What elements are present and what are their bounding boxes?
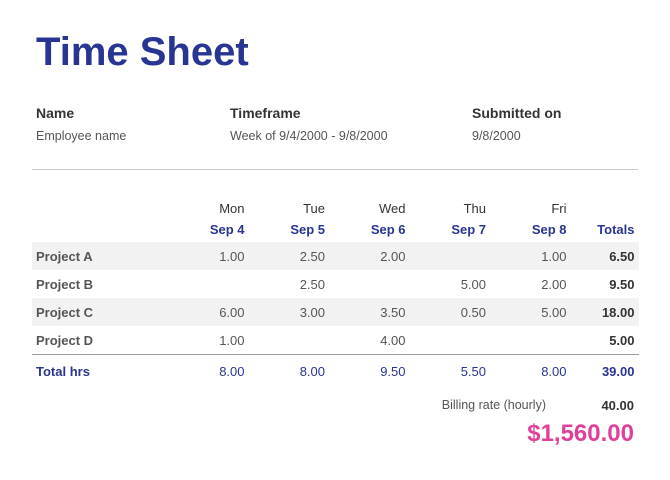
hours-cell: 3.50 [329, 298, 410, 326]
row-label: Project C [32, 298, 168, 326]
hours-cell: 0.50 [409, 298, 490, 326]
date-mon: Sep 4 [209, 221, 245, 237]
hours-cell [329, 270, 410, 298]
day-header-row: Mon Tue Wed Thu Fri [32, 196, 639, 216]
table-row: Project A 1.00 2.50 2.00 1.00 6.50 [32, 242, 639, 270]
day-fri: Fri [551, 201, 567, 216]
total-hours-cell: 8.00 [490, 354, 571, 387]
row-label: Project B [36, 276, 94, 292]
day-wed: Wed [379, 201, 406, 216]
divider [32, 169, 638, 170]
hours-cell: 5.00 [460, 276, 486, 292]
total-hours-cell: 5.50 [409, 354, 490, 387]
timeframe-label: Timeframe [230, 105, 301, 121]
grand-total-hours: 39.00 [570, 354, 639, 387]
hours-cell [490, 326, 571, 355]
submitted-label: Submitted on [472, 105, 562, 121]
date-header-row: Sep 4 Sep 5 Sep 6 Sep 7 Sep 8 Totals [32, 216, 639, 242]
hours-cell: 1.00 [490, 242, 571, 270]
total-hours-cell: 9.50 [329, 354, 410, 387]
total-hours-cell: 8.00 [168, 354, 249, 387]
hours-cell: 1.00 [168, 242, 249, 270]
header-blank [32, 196, 168, 216]
date-tue: Sep 5 [290, 221, 325, 237]
hours-cell: 5.00 [490, 298, 571, 326]
meta-name: Name Employee name [36, 104, 126, 144]
header-blank [32, 216, 168, 242]
day-tue: Tue [303, 201, 325, 216]
hours-cell [410, 326, 491, 355]
timeframe-value: Week of 9/4/2000 - 9/8/2000 [230, 129, 388, 143]
hours-cell: 1.00 [219, 332, 245, 348]
day-mon: Mon [219, 201, 245, 216]
billing-rate-label: Billing rate (hourly) [441, 398, 546, 412]
hours-cell [249, 326, 330, 355]
hours-cell: 6.00 [168, 298, 249, 326]
day-thu: Thu [463, 201, 486, 216]
timesheet-page: Time Sheet Name Employee name Timeframe … [0, 0, 670, 480]
date-thu: Sep 7 [451, 221, 486, 237]
hours-cell [168, 270, 249, 298]
totals-header: Totals [597, 221, 635, 237]
meta-submitted: Submitted on 9/8/2000 [472, 104, 561, 144]
page-title: Time Sheet [36, 30, 249, 74]
hours-cell: 2.50 [299, 276, 325, 292]
name-value: Employee name [36, 129, 127, 143]
total-hours-row: Total hrs 8.00 8.00 9.50 5.50 8.00 39.00 [32, 354, 639, 387]
name-label: Name [36, 105, 75, 121]
billing-amount: $1,560.00 [527, 420, 634, 447]
date-fri: Sep 8 [531, 221, 567, 237]
total-hours-cell: 8.00 [248, 354, 329, 387]
row-total: 6.50 [570, 242, 639, 270]
hours-cell: 2.00 [541, 276, 567, 292]
header-blank-total [571, 196, 639, 216]
meta-timeframe: Timeframe Week of 9/4/2000 - 9/8/2000 [230, 104, 388, 144]
date-wed: Sep 6 [370, 221, 406, 237]
row-total: 9.50 [609, 276, 635, 292]
total-hours-label: Total hrs [32, 354, 168, 387]
table-row: Project B 2.50 5.00 2.00 9.50 [32, 270, 639, 298]
hours-cell: 4.00 [380, 332, 406, 348]
table-row: Project C 6.00 3.00 3.50 0.50 5.00 18.00 [32, 298, 639, 326]
billing-rate-value: 40.00 [601, 398, 634, 413]
row-label: Project A [32, 242, 168, 270]
submitted-value: 9/8/2000 [472, 129, 521, 143]
meta-section: Name Employee name Timeframe Week of 9/4… [0, 104, 670, 154]
hours-cell: 3.00 [248, 298, 329, 326]
table-row: Project D 1.00 4.00 5.00 [32, 326, 639, 355]
hours-cell [409, 242, 490, 270]
row-total: 18.00 [570, 298, 639, 326]
hours-cell: 2.50 [248, 242, 329, 270]
hours-table: Mon Tue Wed Thu Fri Sep 4 Sep 5 Sep 6 Se… [32, 196, 639, 387]
row-total: 5.00 [609, 332, 635, 348]
row-label: Project D [36, 332, 94, 348]
hours-cell: 2.00 [329, 242, 410, 270]
